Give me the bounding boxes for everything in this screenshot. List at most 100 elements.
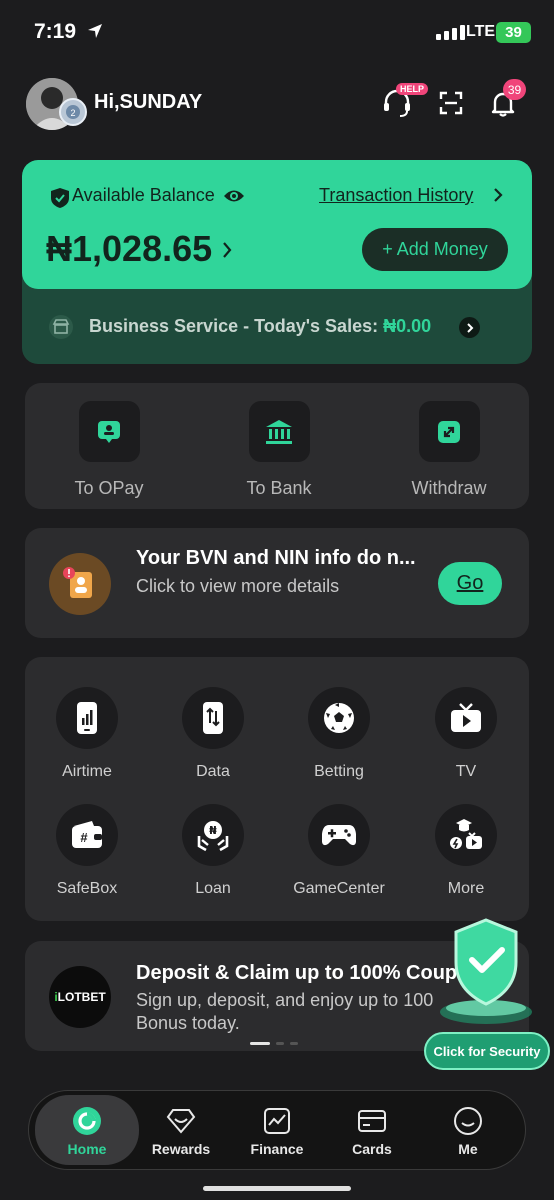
services-panel: Airtime Data Betting TV # SafeBox ₦ Loan xyxy=(25,657,529,921)
gamecenter-label: GameCenter xyxy=(293,880,385,897)
loan-icon-circle: ₦ xyxy=(182,804,244,866)
to-opay-icon-box xyxy=(78,401,140,462)
notice-title: Your BVN and NIN info do n... xyxy=(136,547,416,569)
service-safebox[interactable]: # SafeBox xyxy=(24,804,150,898)
logo-text: LOTBET xyxy=(57,990,106,1004)
home-indicator xyxy=(203,1186,351,1191)
chart-icon xyxy=(264,1108,290,1134)
bvn-notice-card[interactable]: Your BVN and NIN info do n... Click to v… xyxy=(25,528,529,638)
svg-text:#: # xyxy=(80,830,88,845)
airtime-label: Airtime xyxy=(62,763,112,780)
tab-cards-label: Cards xyxy=(352,1141,392,1157)
gamepad-icon xyxy=(322,825,356,846)
gamecenter-icon-circle xyxy=(308,804,370,866)
football-icon xyxy=(324,703,354,733)
status-bar: 7:19 LTE 39 xyxy=(0,0,554,66)
service-betting[interactable]: Betting xyxy=(276,687,402,781)
ilotbet-logo: i LOTBET xyxy=(49,966,111,1028)
withdraw-icon xyxy=(438,420,460,443)
business-service-text[interactable]: Business Service - Today's Sales: ₦0.00 xyxy=(89,316,431,337)
service-airtime[interactable]: Airtime xyxy=(24,687,150,781)
chevron-right-icon xyxy=(223,242,232,258)
eye-icon[interactable] xyxy=(223,187,245,205)
promo-title: Deposit & Claim up to 100% Coup xyxy=(136,962,458,984)
chevron-right-icon xyxy=(494,188,503,202)
greeting: Hi,SUNDAY xyxy=(94,91,203,113)
data-transfer-icon xyxy=(203,702,223,734)
shop-icon xyxy=(49,315,73,339)
carousel-dots xyxy=(250,1042,298,1045)
more-icon xyxy=(450,819,482,849)
balance-card: Available Balance Transaction History ₦1… xyxy=(22,160,532,289)
shield-check-icon xyxy=(51,188,69,208)
tab-home-label: Home xyxy=(67,1141,107,1157)
service-data[interactable]: Data xyxy=(150,687,276,781)
business-sales-amount: ₦0.00 xyxy=(383,316,432,336)
loan-hands-icon: ₦ xyxy=(197,821,229,852)
tv-label: TV xyxy=(455,763,477,780)
tv-icon-circle xyxy=(435,687,497,749)
tab-cards[interactable]: Cards xyxy=(324,1095,420,1165)
service-more[interactable]: More xyxy=(403,804,529,898)
service-loan[interactable]: ₦ Loan xyxy=(150,804,276,898)
tab-rewards[interactable]: Rewards xyxy=(133,1095,229,1165)
balance-amount[interactable]: ₦1,028.65 xyxy=(46,228,212,270)
more-label: More xyxy=(447,880,485,897)
promo-subtitle: Sign up, deposit, and enjoy up to 100 Bo… xyxy=(136,990,434,1033)
service-gamecenter[interactable]: GameCenter xyxy=(276,804,402,898)
to-bank-icon-box xyxy=(248,401,310,462)
add-money-button[interactable]: + Add Money xyxy=(362,228,508,271)
location-arrow-icon xyxy=(88,24,102,38)
security-label[interactable]: Click for Security xyxy=(424,1032,550,1070)
id-warning-icon xyxy=(49,553,111,615)
tab-home[interactable]: Home xyxy=(35,1095,139,1165)
security-shield-icon xyxy=(440,918,532,1024)
chevron-right-icon xyxy=(466,322,473,333)
withdraw-button[interactable]: Withdraw xyxy=(379,401,519,499)
business-chevron[interactable] xyxy=(459,317,480,338)
safebox-label: SafeBox xyxy=(56,880,118,897)
business-service-label: Business Service - Today's Sales: xyxy=(89,316,379,336)
withdraw-icon-box xyxy=(418,401,480,462)
medal-icon: 2 xyxy=(59,98,87,126)
tab-me-label: Me xyxy=(458,1141,478,1157)
safebox-icon-circle: # xyxy=(56,804,118,866)
tab-finance[interactable]: Finance xyxy=(229,1095,325,1165)
battery-indicator: 39 xyxy=(496,22,531,43)
cellular-signal-icon xyxy=(436,25,465,40)
svg-text:2: 2 xyxy=(70,108,75,118)
card-icon xyxy=(358,1110,386,1132)
tab-rewards-label: Rewards xyxy=(151,1141,211,1157)
security-floating-button[interactable]: Click for Security xyxy=(424,916,550,1072)
loan-label: Loan xyxy=(195,880,231,897)
network-type: LTE xyxy=(466,23,496,40)
to-bank-label: To Bank xyxy=(246,478,312,498)
transaction-history-link[interactable]: Transaction History xyxy=(319,185,473,206)
diamond-icon xyxy=(166,1109,196,1134)
data-icon-circle xyxy=(182,687,244,749)
tab-finance-label: Finance xyxy=(250,1141,304,1157)
tv-icon xyxy=(451,703,481,732)
balance-section: Available Balance Transaction History ₦1… xyxy=(22,160,532,364)
more-icon-circle xyxy=(435,804,497,866)
scan-icon[interactable] xyxy=(434,86,468,120)
to-bank-button[interactable]: To Bank xyxy=(209,401,349,499)
to-opay-button[interactable]: To OPay xyxy=(39,401,179,499)
home-icon xyxy=(73,1107,101,1135)
bottom-tab-bar: Home Rewards Finance Cards Me xyxy=(28,1090,526,1170)
service-tv[interactable]: TV xyxy=(403,687,529,781)
tab-me[interactable]: Me xyxy=(420,1095,516,1165)
transfer-panel: To OPay To Bank Withdraw xyxy=(25,383,529,509)
betting-icon-circle xyxy=(308,687,370,749)
data-label: Data xyxy=(196,763,230,780)
status-time: 7:19 xyxy=(34,20,77,43)
notification-badge: 39 xyxy=(503,79,526,100)
notice-subtitle: Click to view more details xyxy=(136,576,340,596)
withdraw-label: Withdraw xyxy=(411,478,487,498)
help-tag: HELP xyxy=(396,83,429,95)
go-button[interactable]: Go xyxy=(438,562,502,605)
betting-label: Betting xyxy=(314,763,364,780)
profile-icon xyxy=(454,1107,482,1135)
to-opay-label: To OPay xyxy=(74,478,144,498)
airtime-icon-circle xyxy=(56,687,118,749)
